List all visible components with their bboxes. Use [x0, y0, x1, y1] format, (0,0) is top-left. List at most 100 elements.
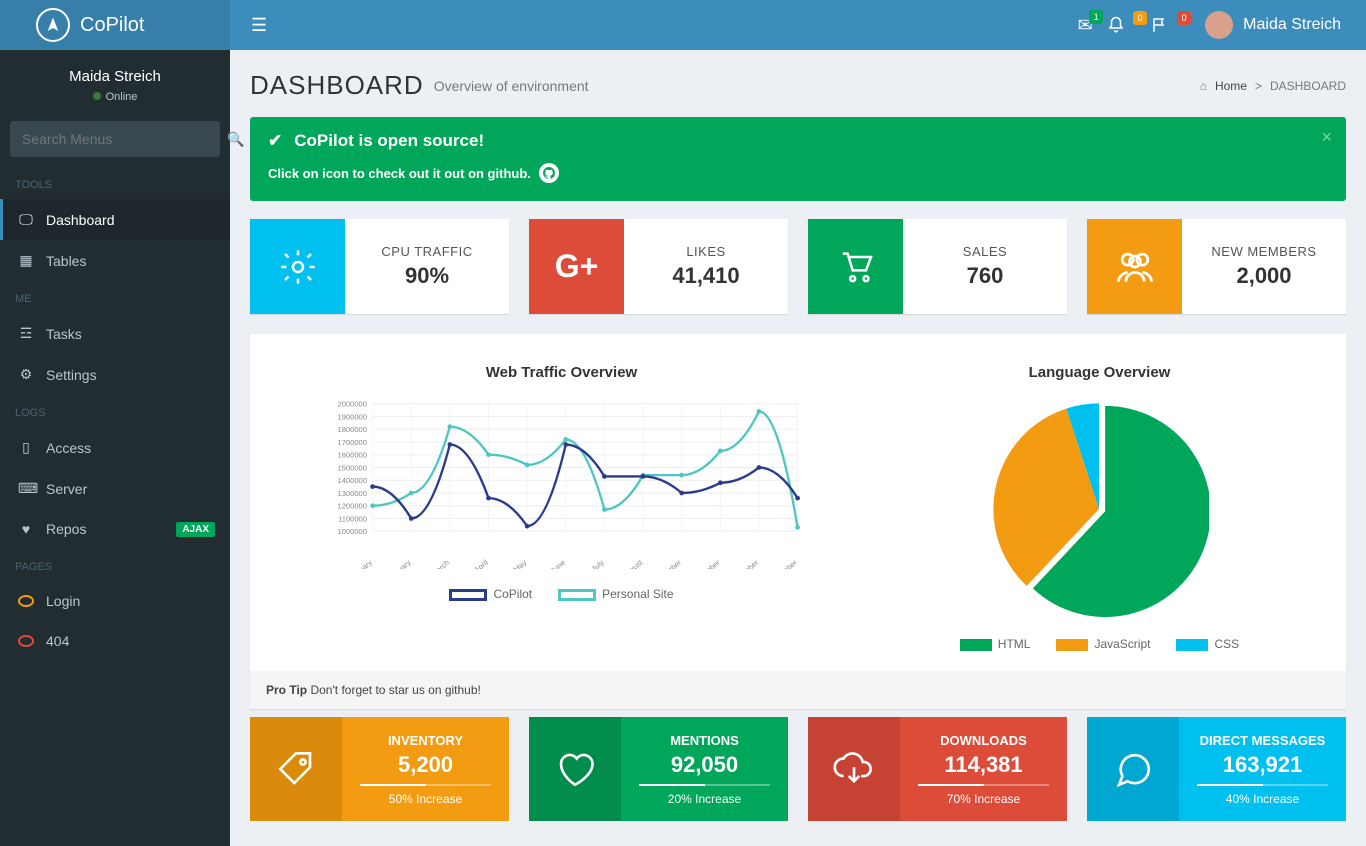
line-chart: 1000000110000012000001300000140000015000… — [280, 399, 843, 569]
status-badge: Online — [10, 91, 220, 103]
bell-icon[interactable]: 0 — [1107, 16, 1151, 34]
svg-text:1000000: 1000000 — [338, 527, 367, 536]
tile-value: 760 — [967, 263, 1004, 289]
statbox-label: INVENTORY — [342, 733, 509, 748]
line-legend: CoPilotPersonal Site — [280, 587, 843, 601]
svg-text:October: October — [695, 558, 722, 569]
sidebar-item-access[interactable]: ▯ Access — [0, 427, 230, 468]
statbox-mentions: MENTIONS 92,050 20% Increase — [529, 717, 788, 821]
statbox-foot: 40% Increase — [1179, 792, 1346, 806]
line-chart-title: Web Traffic Overview — [280, 364, 843, 381]
github-icon[interactable] — [539, 163, 559, 183]
tag-icon — [250, 717, 342, 821]
app-name: CoPilot — [80, 14, 144, 37]
flag-icon[interactable]: 0 — [1151, 16, 1195, 34]
google-plus-icon: G+ — [529, 219, 624, 314]
cloud-download-icon — [808, 717, 900, 821]
sidebar-item-label: Tasks — [46, 326, 82, 342]
tile-label: CPU TRAFFIC — [381, 244, 472, 259]
tile-label: NEW MEMBERS — [1211, 244, 1316, 259]
svg-text:1900000: 1900000 — [338, 412, 367, 421]
statbox-value: 92,050 — [621, 752, 788, 778]
statbox-label: MENTIONS — [621, 733, 788, 748]
svg-text:1600000: 1600000 — [338, 451, 367, 460]
sidebar-item-server[interactable]: ⌨ Server — [0, 468, 230, 509]
gear-icon — [250, 219, 345, 314]
svg-text:August: August — [621, 557, 645, 569]
pie-chart — [989, 399, 1209, 619]
tile-label: LIKES — [686, 244, 725, 259]
statbox-foot: 20% Increase — [621, 792, 788, 806]
breadcrumb-home[interactable]: Home — [1215, 79, 1247, 93]
search-input[interactable] — [10, 121, 215, 157]
alert: × ✔ CoPilot is open source! Click on ico… — [250, 117, 1346, 201]
sidebar-item-label: 404 — [46, 633, 69, 649]
svg-text:1300000: 1300000 — [338, 489, 367, 498]
sidebar-item-label: Server — [46, 481, 87, 497]
sidebar-item-login[interactable]: Login — [0, 581, 230, 621]
statbox-downloads: DOWNLOADS 114,381 70% Increase — [808, 717, 1067, 821]
svg-text:September: September — [649, 558, 683, 569]
sidebar-item-tasks[interactable]: ☲ Tasks — [0, 313, 230, 354]
svg-text:2000000: 2000000 — [338, 400, 367, 409]
sidebar-search[interactable]: 🔍 — [10, 121, 220, 157]
circle-red-icon — [18, 635, 34, 647]
svg-text:July: July — [590, 558, 606, 569]
svg-text:1200000: 1200000 — [338, 502, 367, 511]
section-logs: LOGS — [0, 395, 230, 427]
ajax-badge: AJAX — [176, 522, 215, 537]
svg-text:April: April — [472, 558, 490, 569]
user-menu[interactable]: Maida Streich — [1195, 11, 1351, 39]
sidebar-item-repos[interactable]: ♥ Repos AJAX — [0, 509, 230, 549]
mail-icon[interactable]: ✉ 1 — [1063, 15, 1107, 36]
page-subtitle: Overview of environment — [434, 78, 589, 94]
svg-text:February: February — [384, 558, 413, 569]
header-username: Maida Streich — [1243, 16, 1341, 34]
gear-icon: ⚙ — [18, 366, 34, 383]
section-me: ME — [0, 281, 230, 313]
breadcrumb: ⌂ Home > DASHBOARD — [1200, 79, 1346, 93]
sidebar-item-label: Tables — [46, 253, 86, 269]
pie-legend: HTMLJavaScriptCSS — [883, 637, 1316, 651]
svg-text:March: March — [429, 558, 451, 569]
bell-badge: 0 — [1133, 11, 1147, 25]
page-title: DASHBOARD — [250, 70, 424, 101]
heart-icon: ♥ — [18, 521, 34, 537]
logo[interactable]: CoPilot — [0, 0, 230, 50]
heart-outline-icon — [529, 717, 621, 821]
circle-yellow-icon — [18, 595, 34, 607]
book-icon: ▯ — [18, 439, 34, 456]
cart-icon — [808, 219, 903, 314]
table-icon: ▦ — [18, 252, 34, 269]
sidebar-item-404[interactable]: 404 — [0, 621, 230, 661]
svg-text:May: May — [512, 558, 529, 569]
menu-toggle[interactable]: ☰ — [251, 15, 267, 36]
statbox-value: 5,200 — [342, 752, 509, 778]
pro-tip: Pro Tip Don't forget to star us on githu… — [250, 671, 1346, 709]
tile-value: 90% — [405, 263, 449, 289]
sidebar-item-settings[interactable]: ⚙ Settings — [0, 354, 230, 395]
tile-members: NEW MEMBERS 2,000 — [1087, 219, 1346, 314]
alert-body: Click on icon to check out it out on git… — [268, 166, 531, 181]
svg-text:January: January — [348, 558, 375, 569]
sidebar-item-tables[interactable]: ▦ Tables — [0, 240, 230, 281]
check-icon: ✔ — [268, 131, 282, 151]
alert-close[interactable]: × — [1321, 127, 1332, 148]
section-pages: PAGES — [0, 549, 230, 581]
statbox-inventory: INVENTORY 5,200 50% Increase — [250, 717, 509, 821]
statbox-value: 114,381 — [900, 752, 1067, 778]
svg-text:1800000: 1800000 — [338, 425, 367, 434]
tile-value: 2,000 — [1236, 263, 1291, 289]
sidebar-item-dashboard[interactable]: 🖵 Dashboard — [0, 199, 230, 240]
svg-text:June: June — [549, 558, 567, 569]
section-tools: TOOLS — [0, 167, 230, 199]
tile-likes: G+ LIKES 41,410 — [529, 219, 788, 314]
home-icon: ⌂ — [1200, 79, 1207, 93]
statbox-messages: DIRECT MESSAGES 163,921 40% Increase — [1087, 717, 1346, 821]
avatar — [1205, 11, 1233, 39]
pie-chart-title: Language Overview — [883, 364, 1316, 381]
sidebar-username: Maida Streich — [10, 68, 220, 85]
svg-text:1700000: 1700000 — [338, 438, 367, 447]
list-icon: ☲ — [18, 325, 34, 342]
svg-text:November: November — [728, 558, 761, 569]
